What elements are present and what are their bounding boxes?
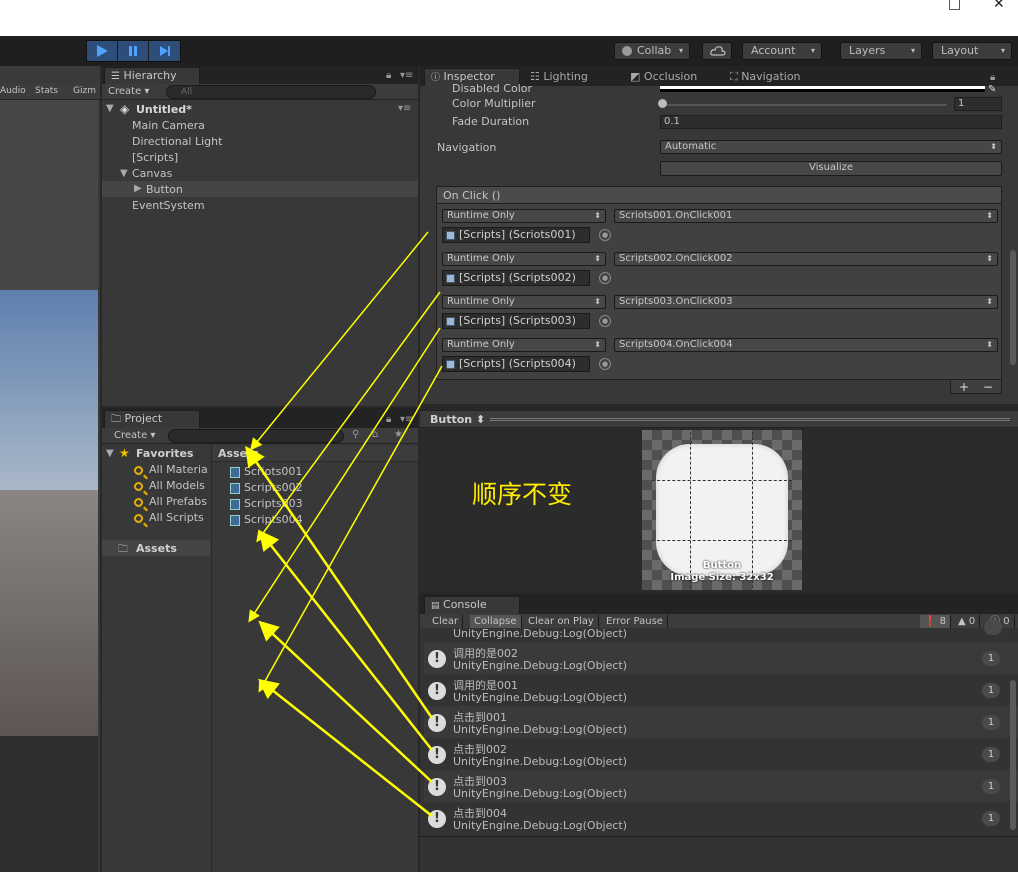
arrow-event3-to-scripts003 bbox=[248, 327, 441, 623]
arrow-event4-to-scripts004 bbox=[258, 365, 443, 693]
annotation-arrows-overlay bbox=[245, 231, 443, 817]
arrow-event1-to-scriots001 bbox=[250, 231, 429, 451]
arrow-log001-to-scriots001 bbox=[245, 445, 434, 719]
